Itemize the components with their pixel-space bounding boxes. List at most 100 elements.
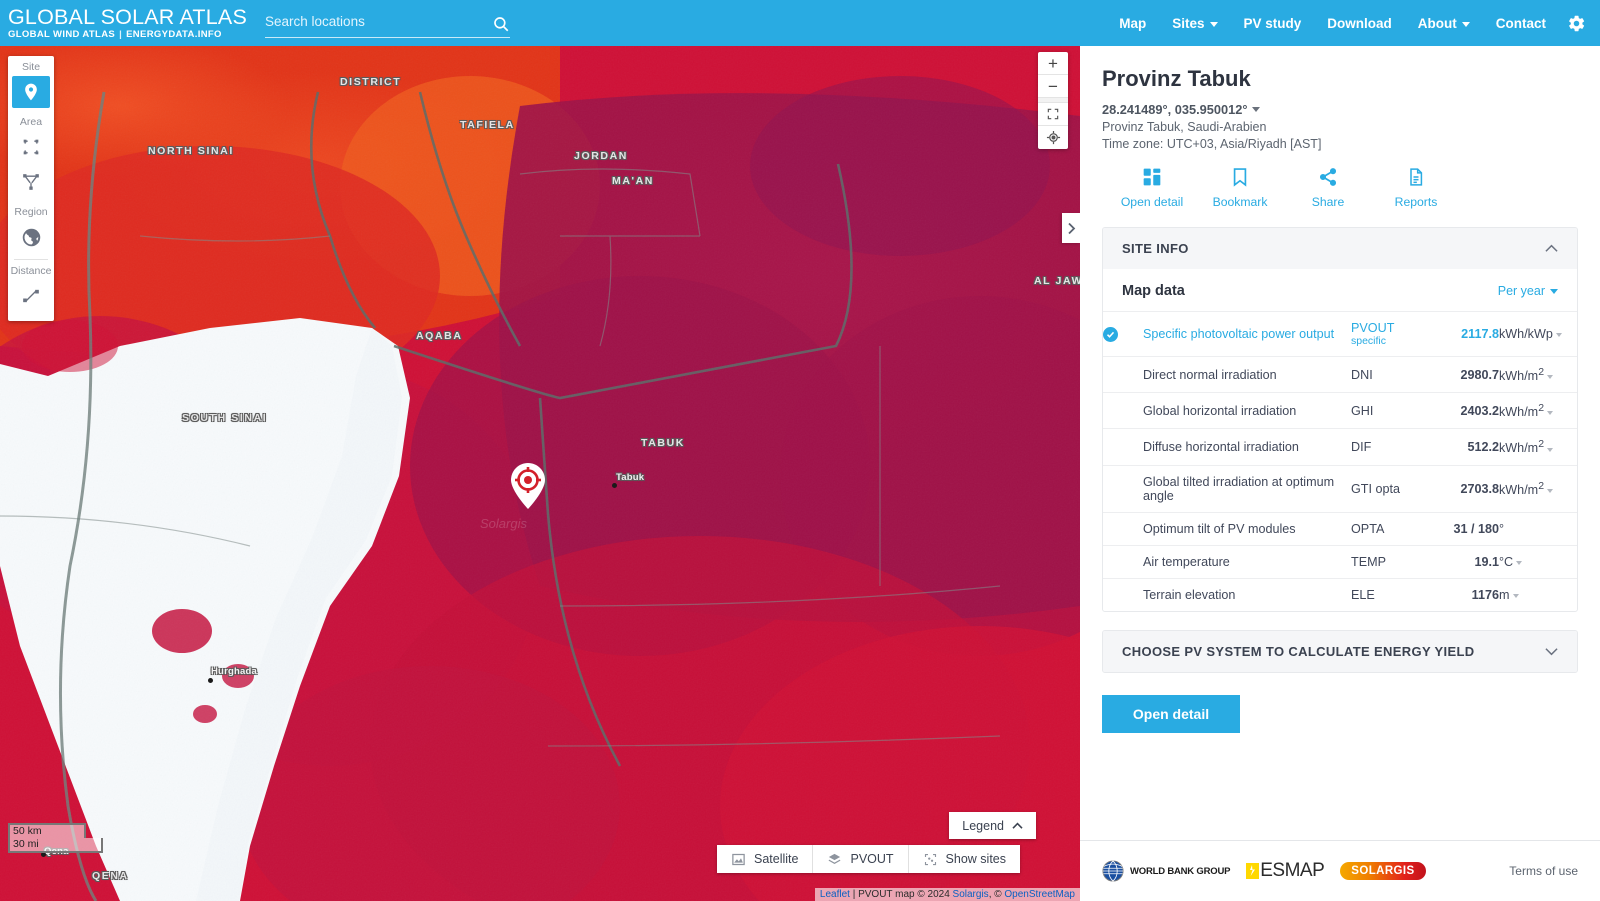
zoom-in-button[interactable]: + [1038,52,1068,75]
row-check[interactable] [1103,578,1143,611]
brand-logo[interactable]: GLOBAL SOLAR ATLAS GLOBAL WIND ATLAS | ENE… [0,4,248,40]
basemap-pvout[interactable]: PVOUT [813,845,909,873]
row-unit[interactable]: kWh/m2 [1499,465,1577,512]
row-abbr: ELE [1351,587,1375,602]
basemap-satellite[interactable]: Satellite [717,845,814,873]
pv-system-heading: CHOOSE PV SYSTEM TO CALCULATE ENERGY YIE… [1122,643,1475,659]
row-abbr-sub: specific [1351,335,1387,347]
row-check[interactable] [1103,465,1143,512]
row-check[interactable] [1103,512,1143,545]
coordinates[interactable]: 28.241489°, 035.950012° [1102,102,1578,117]
row-unit[interactable]: kWh/m2 [1499,429,1577,465]
esmap-logo[interactable]: ESMAP [1246,860,1325,882]
row-name: Terrain elevation [1143,587,1236,602]
row-unit[interactable]: kWh/m2 [1499,357,1577,393]
world-bank-logo[interactable]: WORLD BANK GROUP [1102,860,1230,882]
row-abbr: DNI [1351,367,1373,382]
tool-area-polygon[interactable] [12,166,50,198]
zoom-out-button[interactable]: − [1038,75,1068,98]
row-abbr: OPTA [1351,521,1385,536]
action-share[interactable]: Share [1284,167,1372,209]
attribution-leaflet[interactable]: Leaflet [820,889,850,900]
action-open-detail[interactable]: Open detail [1108,167,1196,209]
nav-item-sites[interactable]: Sites [1159,0,1230,46]
attribution-osm[interactable]: OpenStreetMap [1004,889,1075,900]
table-row[interactable]: Air temperature TEMP 19.1 °C [1103,545,1577,578]
chevron-right-icon [1067,222,1075,234]
gear-icon[interactable] [1567,14,1586,33]
panel-collapse-toggle[interactable] [1062,213,1080,243]
action-reports[interactable]: Reports [1372,167,1460,209]
site-marker-icon[interactable] [508,460,548,512]
row-check[interactable] [1103,312,1143,357]
row-abbr: PVOUT specific [1351,312,1437,357]
nav-label: Contact [1495,15,1546,31]
nav-item-download[interactable]: Download [1314,0,1405,46]
open-detail-button[interactable]: Open detail [1102,694,1240,733]
nav-item-map[interactable]: Map [1106,0,1159,46]
row-name: Direct normal irradiation [1143,367,1277,382]
table-row[interactable]: Specific photovoltaic power output PVOUT… [1103,311,1577,357]
legend-button[interactable]: Legend [949,812,1036,839]
basemap-show-sites[interactable]: Show sites [909,845,1020,873]
tool-distance[interactable] [12,280,50,312]
nav-item-about[interactable]: About [1405,0,1483,46]
attribution-solargis[interactable]: Solargis [953,889,989,900]
tool-site[interactable] [12,76,50,108]
pv-system-card: CHOOSE PV SYSTEM TO CALCULATE ENERGY YIE… [1102,629,1578,673]
table-row[interactable]: Optimum tilt of PV modules OPTA 31 / 180… [1103,512,1577,545]
nav-item-contact[interactable]: Contact [1483,0,1559,46]
table-row[interactable]: Diffuse horizontal irradiation DIF 512.2… [1103,428,1577,465]
nav-label: Sites [1172,15,1205,31]
terms-of-use-link[interactable]: Terms of use [1509,864,1578,878]
tool-group-label-distance: Distance [10,265,52,277]
table-row[interactable]: Terrain elevation ELE 1176 m [1103,578,1577,611]
row-unit[interactable]: m [1499,578,1577,611]
action-bookmark[interactable]: Bookmark [1196,167,1284,209]
scale-mi: 30 mi [8,838,103,853]
unit-sup: 2 [1538,402,1545,415]
period-selector[interactable]: Per year [1498,284,1558,298]
search-input[interactable] [265,10,511,38]
chevron-down-icon [1555,333,1562,337]
tool-group-label-region: Region [14,206,48,218]
row-unit[interactable]: kWh/m2 [1499,393,1577,429]
table-row[interactable]: Global tilted irradiation at optimum ang… [1103,465,1577,512]
brand-sub-separator: | [119,29,123,40]
brand-sub-energydata[interactable]: ENERGYDATA.INFO [126,29,222,40]
locate-button[interactable] [1038,126,1068,149]
row-check[interactable] [1103,393,1143,429]
row-check[interactable] [1103,357,1143,393]
top-navigation-bar: GLOBAL SOLAR ATLAS GLOBAL WIND ATLAS | ENE… [0,0,1600,46]
nav-item-pv-study[interactable]: PV study [1231,0,1315,46]
pv-system-header[interactable]: CHOOSE PV SYSTEM TO CALCULATE ENERGY YIE… [1103,630,1577,672]
report-icon [1410,168,1423,186]
row-abbr: GTI opta [1351,481,1400,496]
fullscreen-button[interactable] [1038,103,1068,126]
tool-region[interactable] [12,221,50,253]
polygon-node-icon [23,174,39,190]
brand-title: GLOBAL SOLAR ATLAS [8,4,248,29]
row-value: 2980.7 [1460,367,1499,382]
unit-text: kWh/m [1499,483,1539,498]
search-icon[interactable] [492,15,510,33]
map-canvas[interactable]: DISTRICT NORTH SINAI TAFIELA JORDAN MA'A… [0,46,1080,901]
row-unit[interactable]: kWh/kWp [1499,312,1577,357]
chevron-down-icon [1545,647,1558,655]
action-label: Open detail [1120,195,1184,209]
tool-area-rectangle[interactable] [12,131,50,163]
nav-label: About [1417,15,1457,31]
row-check[interactable] [1103,545,1143,578]
dashboard-icon [1143,168,1161,186]
brand-sub-wind-atlas[interactable]: GLOBAL WIND ATLAS [8,29,115,40]
site-detail-panel: Provinz Tabuk 28.241489°, 035.950012° Pr… [1080,46,1600,901]
solargis-logo[interactable]: SOLARGIS [1340,862,1426,880]
site-info-header[interactable]: SITE INFO [1103,228,1577,269]
row-check[interactable] [1103,429,1143,465]
check-circle-icon [1103,326,1118,342]
table-row[interactable]: Direct normal irradiation DNI 2980.7 kWh… [1103,356,1577,393]
table-row[interactable]: Global horizontal irradiation GHI 2403.2… [1103,392,1577,429]
nav-label: Map [1119,15,1147,31]
row-unit[interactable]: °C [1499,545,1577,578]
unit-text: kWh/kWp [1499,327,1553,341]
